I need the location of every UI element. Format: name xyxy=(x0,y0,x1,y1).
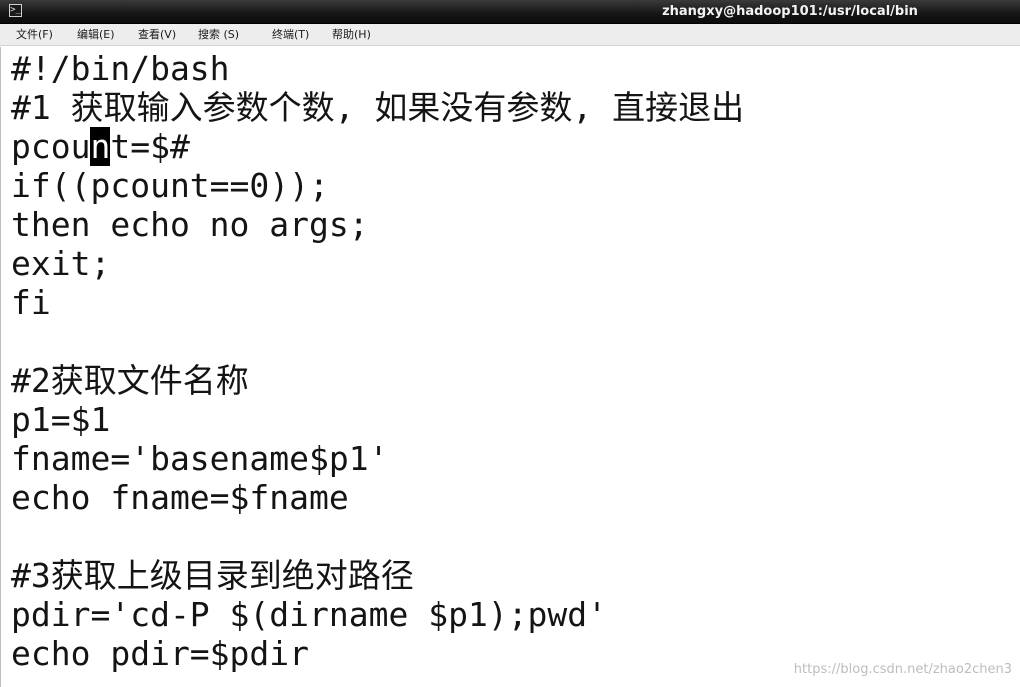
cursor-line-before: pcou xyxy=(11,127,91,166)
menu-search[interactable]: 搜索 (S) xyxy=(198,24,239,46)
terminal-line: echo fname=$fname xyxy=(11,478,349,517)
terminal-line: #1 获取输入参数个数, 如果没有参数, 直接退出 xyxy=(11,88,745,127)
menu-terminal[interactable]: 终端(T) xyxy=(272,24,309,46)
terminal-line: pdir='cd-P $(dirname $p1);pwd' xyxy=(11,595,608,634)
title-bar[interactable]: >_ zhangxy@hadoop101:/usr/local/bin xyxy=(0,0,1020,24)
terminal-line: fname='basename$p1' xyxy=(11,439,389,478)
terminal-line: then echo no args; xyxy=(11,205,369,244)
menu-view[interactable]: 查看(V) xyxy=(138,24,176,46)
terminal-line-cursor: pcount=$# xyxy=(11,127,190,166)
terminal-line: fi xyxy=(11,283,51,322)
terminal-line: #3获取上级目录到绝对路径 xyxy=(11,556,414,595)
text-cursor: n xyxy=(90,127,111,166)
terminal-line: #2获取文件名称 xyxy=(11,361,249,400)
window-title: zhangxy@hadoop101:/usr/local/bin xyxy=(662,4,918,19)
watermark: https://blog.csdn.net/zhao2chen3 xyxy=(793,662,1012,677)
menu-edit[interactable]: 编辑(E) xyxy=(77,24,115,46)
terminal-output[interactable]: #!/bin/bash #1 获取输入参数个数, 如果没有参数, 直接退出 pc… xyxy=(0,47,1020,687)
terminal-line: #!/bin/bash xyxy=(11,49,230,88)
terminal-line: exit; xyxy=(11,244,111,283)
cursor-line-after: t=$# xyxy=(110,127,190,166)
menu-bar: 文件(F) 编辑(E) 查看(V) 搜索 (S) 终端(T) 帮助(H) xyxy=(0,24,1020,46)
terminal-line: echo pdir=$pdir xyxy=(11,634,310,673)
terminal-line: if((pcount==0)); xyxy=(11,166,329,205)
menu-help[interactable]: 帮助(H) xyxy=(332,24,371,46)
menu-file[interactable]: 文件(F) xyxy=(16,24,53,46)
terminal-line: p1=$1 xyxy=(11,400,111,439)
terminal-window: >_ zhangxy@hadoop101:/usr/local/bin 文件(F… xyxy=(0,0,1020,687)
